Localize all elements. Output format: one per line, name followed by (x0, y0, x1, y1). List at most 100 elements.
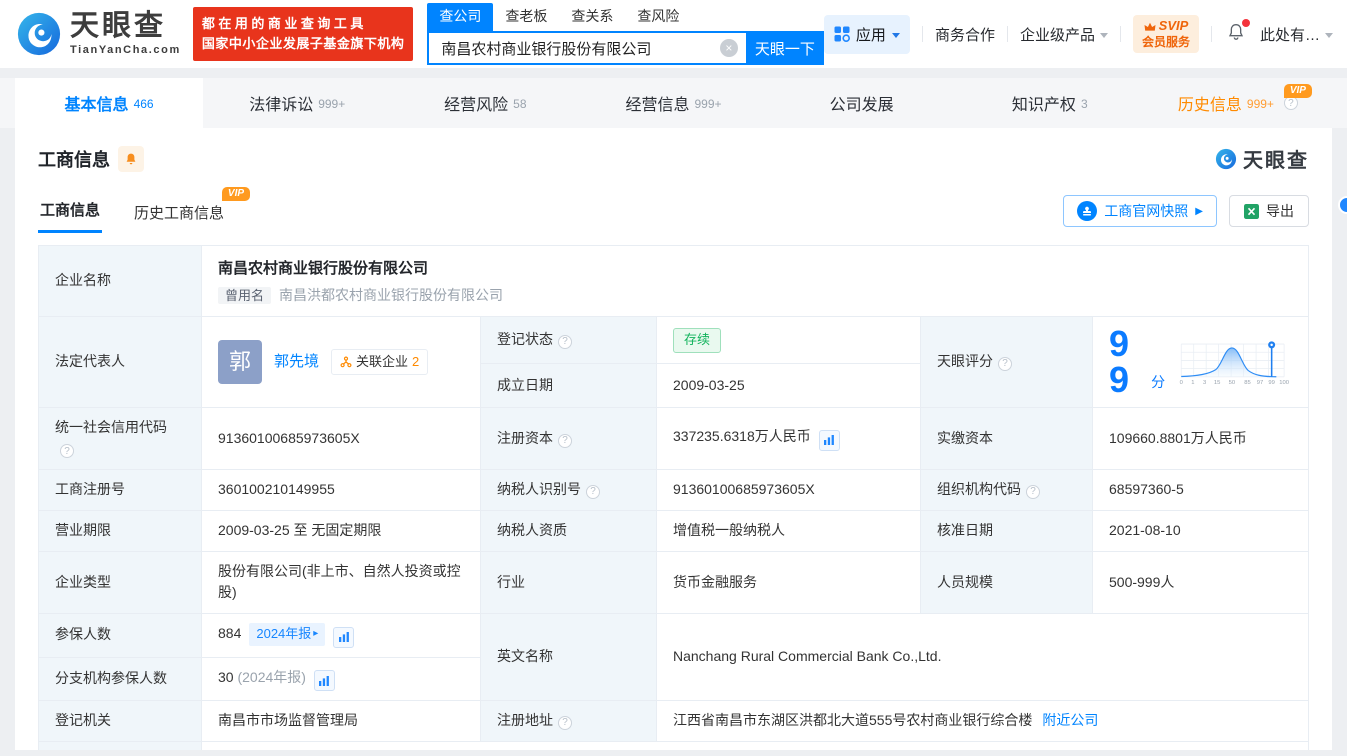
svg-text:50: 50 (1229, 380, 1236, 386)
capital-chart-button[interactable] (819, 430, 840, 451)
search-tab-relation[interactable]: 查关系 (559, 3, 625, 31)
related-companies-badge[interactable]: 关联企业 2 (331, 349, 428, 375)
apps-menu[interactable]: 应用 (824, 15, 910, 54)
subtab-business-info[interactable]: 工商信息 (38, 199, 102, 233)
reg-number-cell: 360100210149955 (202, 470, 481, 511)
subtab-actions: 工商官网快照 ▶ 导出 (1063, 195, 1309, 233)
arrow-right-icon: ▸ (313, 626, 318, 642)
help-icon[interactable]: ? (1284, 96, 1298, 110)
official-snapshot-button[interactable]: 工商官网快照 ▶ (1063, 195, 1217, 227)
user-menu-label: 此处有… (1260, 24, 1320, 45)
help-icon[interactable]: ? (558, 716, 572, 730)
divider (922, 26, 923, 42)
table-row: 经营范围? 吸收公众存款；发放短期、中期和长期贷款；办理国内结算；办理票据承兑与… (39, 741, 1309, 750)
org-code-cell: 68597360-5 (1093, 470, 1309, 511)
tab-basic-info[interactable]: 基本信息 466 (15, 78, 203, 128)
vip-badge: VIP (222, 187, 250, 201)
help-icon[interactable]: ? (998, 357, 1012, 371)
search-button[interactable]: 天眼一下 (746, 31, 824, 65)
search-tab-company[interactable]: 查公司 (427, 3, 493, 31)
divider (1211, 26, 1212, 42)
table-row: 参保人数 8842024年报▸ 英文名称 Nanchang Rural Comm… (39, 614, 1309, 658)
subtab-history-business-info[interactable]: VIP 历史工商信息 (132, 202, 226, 233)
tab-company-development[interactable]: 公司发展 (768, 78, 956, 128)
help-icon[interactable]: ? (558, 335, 572, 349)
chevron-down-icon (1325, 33, 1333, 38)
business-scope-cell: 吸收公众存款；发放短期、中期和长期贷款；办理国内结算；办理票据承兑与贴现；代理发… (202, 741, 1309, 750)
field-label-paid-capital: 实缴资本 (921, 407, 1093, 469)
related-label: 关联企业 (356, 352, 408, 372)
clear-search-icon[interactable]: × (720, 39, 738, 57)
field-label-address: 注册地址? (481, 701, 657, 742)
field-label-staff-size: 人员规模 (921, 551, 1093, 613)
subscribe-bell-button[interactable] (118, 146, 144, 172)
field-label-company-name: 企业名称 (39, 246, 202, 317)
taxpayer-id-cell: 91360100685973605X (657, 470, 921, 511)
insured-chart-button[interactable] (333, 627, 354, 648)
tab-count: 999+ (1247, 97, 1274, 111)
company-name[interactable]: 南昌农村商业银行股份有限公司 (218, 257, 1292, 280)
business-coop-link[interactable]: 商务合作 (935, 24, 995, 45)
former-name-row: 曾用名南昌洪都农村商业银行股份有限公司 (218, 285, 1292, 307)
address-cell: 江西省南昌市东湖区洪都北大道555号农村商业银行综合楼附近公司 (657, 701, 1309, 742)
help-icon[interactable]: ? (1026, 485, 1040, 499)
export-label: 导出 (1266, 201, 1294, 221)
field-label-establish-date: 成立日期 (481, 364, 657, 408)
brand-domain: TianYanCha.com (70, 44, 181, 56)
chevron-down-icon (1100, 33, 1108, 38)
legal-rep-avatar[interactable]: 郭 (218, 340, 262, 384)
search-box: × 天眼一下 (427, 31, 824, 65)
field-label-taxpayer-id: 纳税人识别号? (481, 470, 657, 511)
svip-member-button[interactable]: SVIP 会员服务 (1133, 15, 1199, 52)
related-count: 2 (412, 352, 419, 372)
legal-rep-link[interactable]: 郭先境 (274, 350, 319, 373)
search-input[interactable] (439, 39, 720, 58)
tab-operating-info[interactable]: 经营信息 999+ (579, 78, 767, 128)
tab-intellectual-property[interactable]: 知识产权 3 (956, 78, 1144, 128)
floating-side-widget[interactable] (1338, 196, 1347, 214)
svg-text:99: 99 (1268, 380, 1274, 386)
tianyancha-logo[interactable]: 天眼查 TianYanCha.com (16, 11, 181, 57)
paid-capital-cell: 109660.8801万人民币 (1093, 407, 1309, 469)
insured-cell: 8842024年报▸ (202, 614, 481, 658)
excel-icon (1244, 204, 1259, 219)
search-field: × (427, 31, 746, 65)
business-info-table: 企业名称 南昌农村商业银行股份有限公司 曾用名南昌洪都农村商业银行股份有限公司 … (38, 245, 1309, 750)
search-tab-risk[interactable]: 查风险 (625, 3, 691, 31)
enterprise-products-menu[interactable]: 企业级产品 (1020, 24, 1108, 45)
snapshot-label: 工商官网快照 (1104, 201, 1188, 221)
tab-operating-risk[interactable]: 经营风险 58 (391, 78, 579, 128)
top-header: 天眼查 TianYanCha.com 都在用的商业查询工具 国家中小企业发展子基… (0, 0, 1347, 68)
credit-code-cell: 91360100685973605X (202, 407, 481, 469)
field-label-term: 营业期限 (39, 511, 202, 552)
apps-label: 应用 (856, 24, 886, 45)
search-tab-boss[interactable]: 查老板 (493, 3, 559, 31)
score-unit: 分 (1151, 372, 1165, 394)
svip-label: SVIP (1159, 18, 1189, 34)
tab-label: 法律诉讼 (249, 91, 313, 115)
notifications-button[interactable] (1226, 22, 1246, 46)
tab-count: 466 (134, 97, 154, 111)
field-label-english-name: 英文名称 (481, 614, 657, 701)
help-icon[interactable]: ? (586, 485, 600, 499)
status-badge: 存续 (673, 328, 721, 353)
reg-status-cell: 存续 (657, 316, 921, 363)
tab-count: 999+ (694, 97, 721, 111)
score-distribution-chart[interactable]: 0 1 3 15 50 85 97 99 100 (1175, 331, 1292, 393)
promo-banner: 都在用的商业查询工具 国家中小企业发展子基金旗下机构 (193, 7, 414, 61)
field-label-business-scope: 经营范围? (39, 741, 202, 750)
help-icon[interactable]: ? (60, 444, 74, 458)
field-label-reg-status: 登记状态? (481, 316, 657, 363)
help-icon[interactable]: ? (558, 434, 572, 448)
field-label-reg-number: 工商注册号 (39, 470, 202, 511)
page: 天眼查 TianYanCha.com 都在用的商业查询工具 国家中小企业发展子基… (0, 0, 1347, 756)
field-label-taxpayer-quality: 纳税人资质 (481, 511, 657, 552)
tab-history-info[interactable]: VIP 历史信息 999+ ? (1144, 78, 1332, 128)
score-cell: 99 分 (1093, 316, 1309, 407)
branch-insured-chart-button[interactable] (314, 670, 335, 691)
nearby-companies-link[interactable]: 附近公司 (1042, 712, 1098, 728)
annual-report-badge[interactable]: 2024年报▸ (249, 623, 325, 646)
user-menu[interactable]: 此处有… (1260, 24, 1333, 45)
export-button[interactable]: 导出 (1229, 195, 1309, 227)
tab-legal[interactable]: 法律诉讼 999+ (203, 78, 391, 128)
